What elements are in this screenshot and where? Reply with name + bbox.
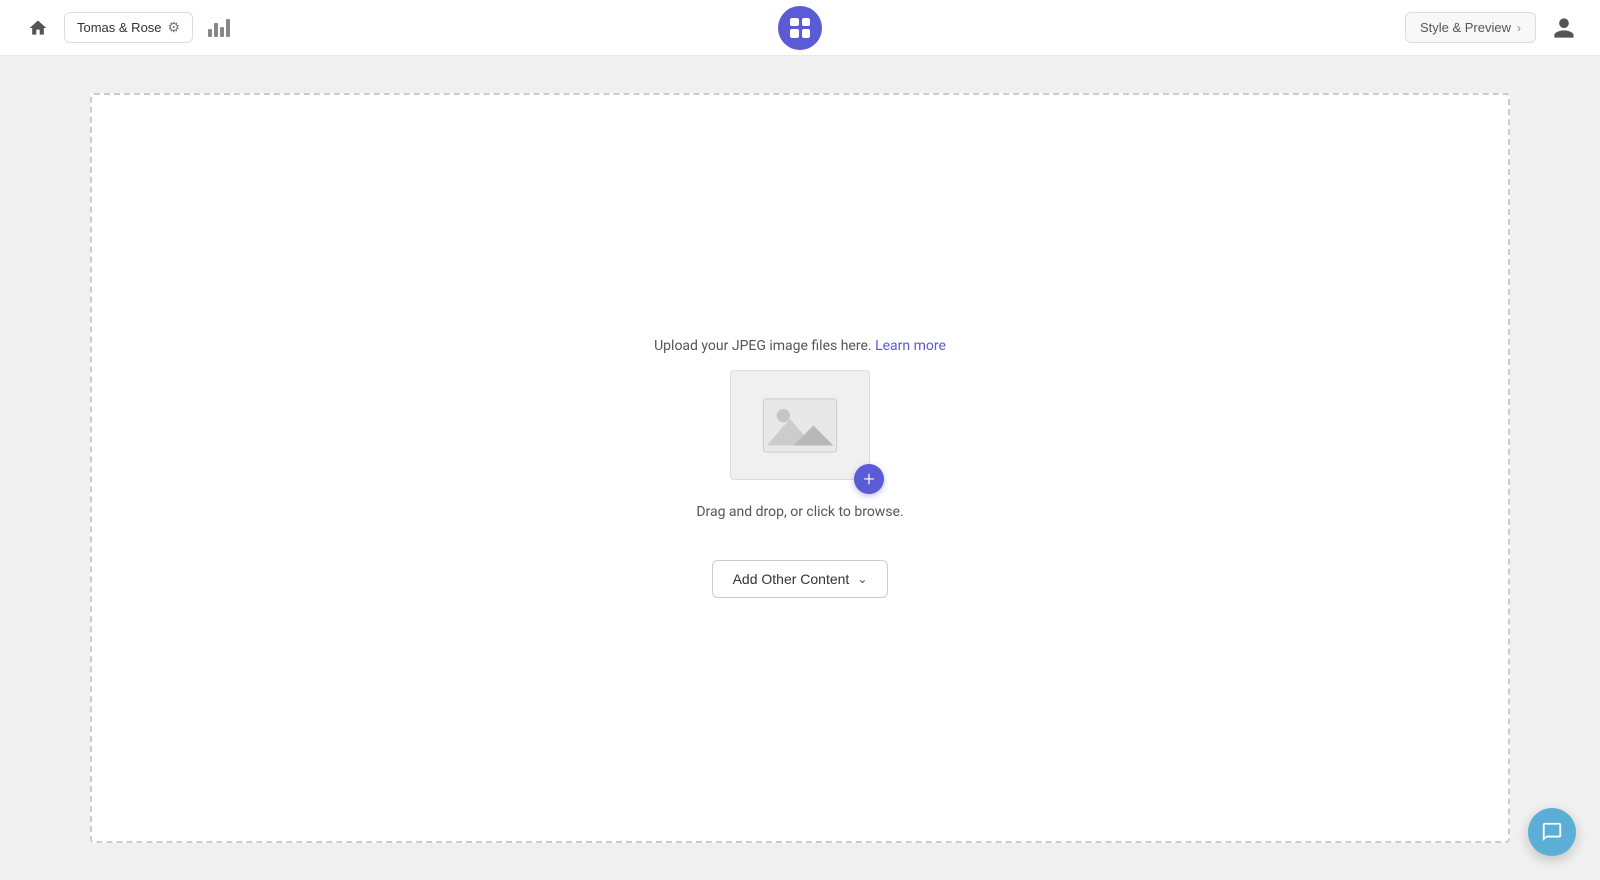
header: Tomas & Rose ⚙ Style & Preview › [0, 0, 1600, 56]
image-placeholder [730, 370, 870, 480]
main-area: Upload your JPEG image files here. Learn… [0, 56, 1600, 880]
analytics-icon [208, 19, 230, 37]
image-drop-zone[interactable]: + [730, 370, 870, 480]
canvas-area[interactable]: Upload your JPEG image files here. Learn… [90, 93, 1510, 843]
upload-section: Upload your JPEG image files here. Learn… [654, 338, 946, 598]
analytics-button[interactable] [201, 10, 237, 46]
user-account-button[interactable] [1548, 12, 1580, 44]
gear-icon: ⚙ [168, 19, 181, 36]
app-logo[interactable] [778, 6, 822, 50]
chat-button[interactable] [1528, 808, 1576, 856]
style-preview-label: Style & Preview [1420, 20, 1511, 35]
add-other-content-button[interactable]: Add Other Content ⌄ [712, 560, 889, 598]
add-content-label: Add Other Content [733, 571, 850, 587]
workspace-button[interactable]: Tomas & Rose ⚙ [64, 12, 193, 43]
header-right: Style & Preview › [1405, 12, 1580, 44]
style-preview-button[interactable]: Style & Preview › [1405, 12, 1536, 43]
chevron-down-icon: ⌄ [857, 572, 867, 586]
drag-drop-text: Drag and drop, or click to browse. [696, 504, 903, 520]
home-button[interactable] [20, 10, 56, 46]
header-left: Tomas & Rose ⚙ [20, 10, 237, 46]
chevron-right-icon: › [1517, 21, 1521, 35]
learn-more-link[interactable]: Learn more [875, 338, 946, 354]
logo-grid-icon [790, 18, 810, 38]
upload-text: Upload your JPEG image files here. Learn… [654, 338, 946, 354]
workspace-label: Tomas & Rose [77, 20, 162, 35]
header-center [778, 6, 822, 50]
add-image-button[interactable]: + [854, 464, 884, 494]
